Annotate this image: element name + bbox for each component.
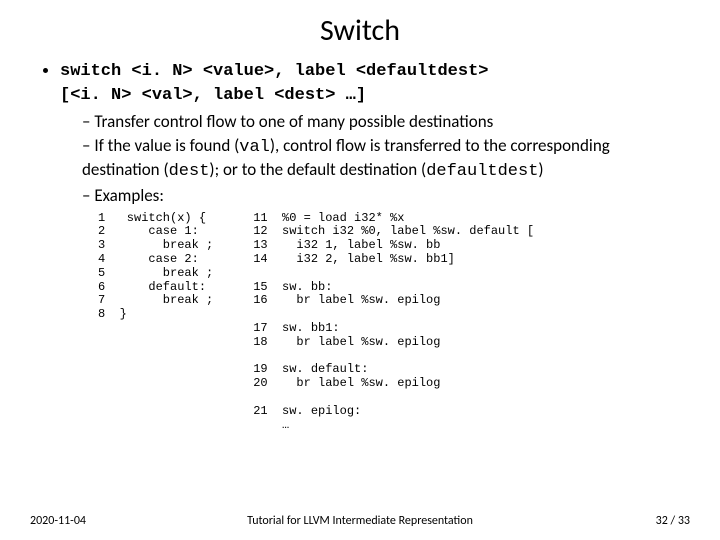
sub-list: Transfer control flow to one of many pos… [82,111,682,207]
footer: 2020-11-04 Tutorial for LLVM Intermediat… [0,514,720,528]
page-title: Switch [38,12,682,49]
sub-item-2: If the value is found (val), control flo… [82,135,682,183]
sub-item-1: Transfer control flow to one of many pos… [82,111,682,133]
footer-pager: 32 / 33 [656,514,690,528]
sub-item-3: Examples: [82,185,682,207]
code-left: 1 switch(x) { 2 case 1: 3 break ; 4 case… [98,212,213,322]
sub2-dest: dest [169,162,210,181]
sub2-val: val [239,138,270,157]
sub2-a: If the value is found ( [94,135,239,156]
sub2-def: defaultdest [426,162,538,181]
syntax-line2: [<i. N> <val>, label <dest> …] [60,86,366,105]
syntax-line1: switch <i. N> <value>, label <defaultdes… [60,62,488,81]
code-right: 11 %0 = load i32* %x 12 switch i32 %0, l… [253,212,534,433]
footer-date: 2020-11-04 [30,514,86,528]
syntax-bullet: switch <i. N> <value>, label <defaultdes… [60,59,682,208]
sub2-d: ) [538,159,543,180]
slide: Switch switch <i. N> <value>, label <def… [0,0,720,432]
footer-caption: Tutorial for LLVM Intermediate Represent… [0,514,720,528]
code-area: 1 switch(x) { 2 case 1: 3 break ; 4 case… [38,212,682,433]
bullet-list: switch <i. N> <value>, label <defaultdes… [38,59,682,208]
sub2-c: ); or to the default destination ( [209,159,426,180]
